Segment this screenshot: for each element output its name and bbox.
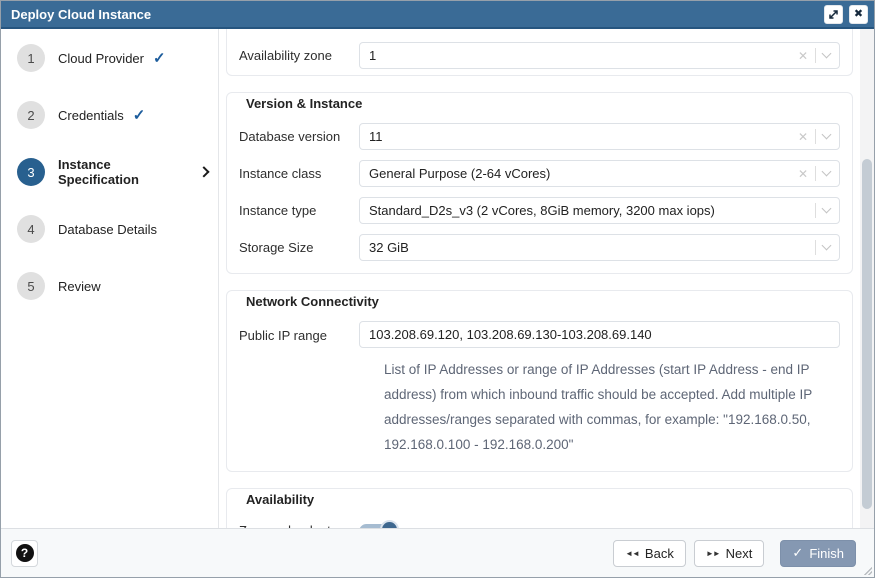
zone-redundant-label: Zone redundant high availability [239, 519, 359, 528]
help-icon: ? [16, 544, 34, 562]
version-instance-legend: Version & Instance [241, 96, 367, 111]
separator [815, 166, 816, 181]
step-cloud-provider[interactable]: 1 Cloud Provider ✓ [17, 44, 208, 72]
dialog-title: Deploy Cloud Instance [11, 7, 818, 22]
maximize-icon [828, 9, 839, 20]
availability-zone-select[interactable]: 1 ✕ [359, 42, 840, 69]
step-label: Credentials [58, 108, 124, 123]
help-button[interactable]: ? [11, 540, 38, 567]
step-database-details[interactable]: 4 Database Details [17, 215, 208, 243]
check-icon: ✓ [153, 49, 166, 67]
storage-size-label: Storage Size [239, 239, 359, 256]
double-arrow-left-icon: ◄◄ [625, 549, 639, 558]
separator [815, 48, 816, 63]
vertical-scrollbar[interactable] [860, 29, 874, 528]
selected-value: 11 [369, 129, 798, 144]
resize-grip[interactable] [864, 567, 872, 575]
separator [815, 129, 816, 144]
step-number-badge: 5 [17, 272, 45, 300]
instance-type-select[interactable]: Standard_D2s_v3 (2 vCores, 8GiB memory, … [359, 197, 840, 224]
check-icon: ✓ [792, 545, 803, 561]
instance-class-select[interactable]: General Purpose (2-64 vCores) ✕ [359, 160, 840, 187]
public-ip-range-input[interactable] [359, 321, 840, 348]
step-number-badge: 2 [17, 101, 45, 129]
step-label: Review [58, 279, 101, 294]
back-button-label: Back [645, 546, 674, 561]
selected-value: 32 GiB [369, 240, 815, 255]
step-number-badge: 4 [17, 215, 45, 243]
step-number-badge: 1 [17, 44, 45, 72]
back-button[interactable]: ◄◄ Back [613, 540, 686, 567]
titlebar: Deploy Cloud Instance ✖ [1, 1, 874, 29]
next-button-label: Next [726, 546, 753, 561]
double-arrow-right-icon: ►► [706, 549, 720, 558]
selected-value: 1 [369, 48, 798, 63]
check-icon: ✓ [133, 106, 146, 124]
step-instance-specification[interactable]: 3 Instance Specification [17, 158, 208, 186]
deploy-cloud-instance-dialog: Deploy Cloud Instance ✖ 1 Cloud Provider… [0, 0, 875, 578]
selected-value: Standard_D2s_v3 (2 vCores, 8GiB memory, … [369, 203, 815, 218]
database-version-label: Database version [239, 128, 359, 145]
public-ip-range-help: List of IP Addresses or range of IP Addr… [384, 357, 854, 457]
close-button[interactable]: ✖ [849, 5, 868, 24]
chevron-down-icon[interactable] [822, 130, 832, 140]
separator [815, 203, 816, 218]
instance-type-label: Instance type [239, 202, 359, 219]
chevron-right-icon [199, 166, 210, 177]
scrollbar-thumb[interactable] [862, 159, 872, 509]
instance-class-label: Instance class [239, 165, 359, 182]
step-credentials[interactable]: 2 Credentials ✓ [17, 101, 208, 129]
availability-legend: Availability [241, 492, 319, 507]
availability-zone-label: Availability zone [239, 47, 359, 64]
chevron-down-icon[interactable] [822, 204, 832, 214]
version-instance-fieldset: Version & Instance Database version 11 ✕ [226, 92, 853, 274]
network-connectivity-legend: Network Connectivity [241, 294, 384, 309]
clear-icon[interactable]: ✕ [798, 49, 808, 63]
clear-icon[interactable]: ✕ [798, 167, 808, 181]
database-version-select[interactable]: 11 ✕ [359, 123, 840, 150]
step-number-badge: 3 [17, 158, 45, 186]
toggle-thumb [380, 520, 399, 528]
public-ip-range-label: Public IP range [239, 321, 359, 344]
next-button[interactable]: ►► Next [694, 540, 765, 567]
step-label: Database Details [58, 222, 157, 237]
chevron-down-icon[interactable] [822, 167, 832, 177]
step-label: Instance Specification [58, 157, 188, 187]
chevron-down-icon[interactable] [822, 49, 832, 59]
zone-fieldset: Availability zone 1 ✕ [226, 29, 853, 76]
selected-value: General Purpose (2-64 vCores) [369, 166, 798, 181]
storage-size-select[interactable]: 32 GiB [359, 234, 840, 261]
clear-icon[interactable]: ✕ [798, 130, 808, 144]
close-icon: ✖ [854, 9, 863, 20]
finish-button-label: Finish [809, 546, 844, 561]
separator [815, 240, 816, 255]
dialog-footer: ? ◄◄ Back ►► Next ✓ Finish [1, 528, 874, 577]
chevron-down-icon[interactable] [822, 241, 832, 251]
wizard-steps-sidebar: 1 Cloud Provider ✓ 2 Credentials ✓ 3 Ins… [1, 29, 219, 528]
maximize-button[interactable] [824, 5, 843, 24]
step-label: Cloud Provider [58, 51, 144, 66]
availability-fieldset: Availability Zone redundant high availab… [226, 488, 853, 528]
step-review[interactable]: 5 Review [17, 272, 208, 300]
network-connectivity-fieldset: Network Connectivity Public IP range Lis… [226, 290, 853, 472]
finish-button[interactable]: ✓ Finish [780, 540, 856, 567]
instance-specification-panel: Availability zone 1 ✕ [219, 29, 874, 528]
